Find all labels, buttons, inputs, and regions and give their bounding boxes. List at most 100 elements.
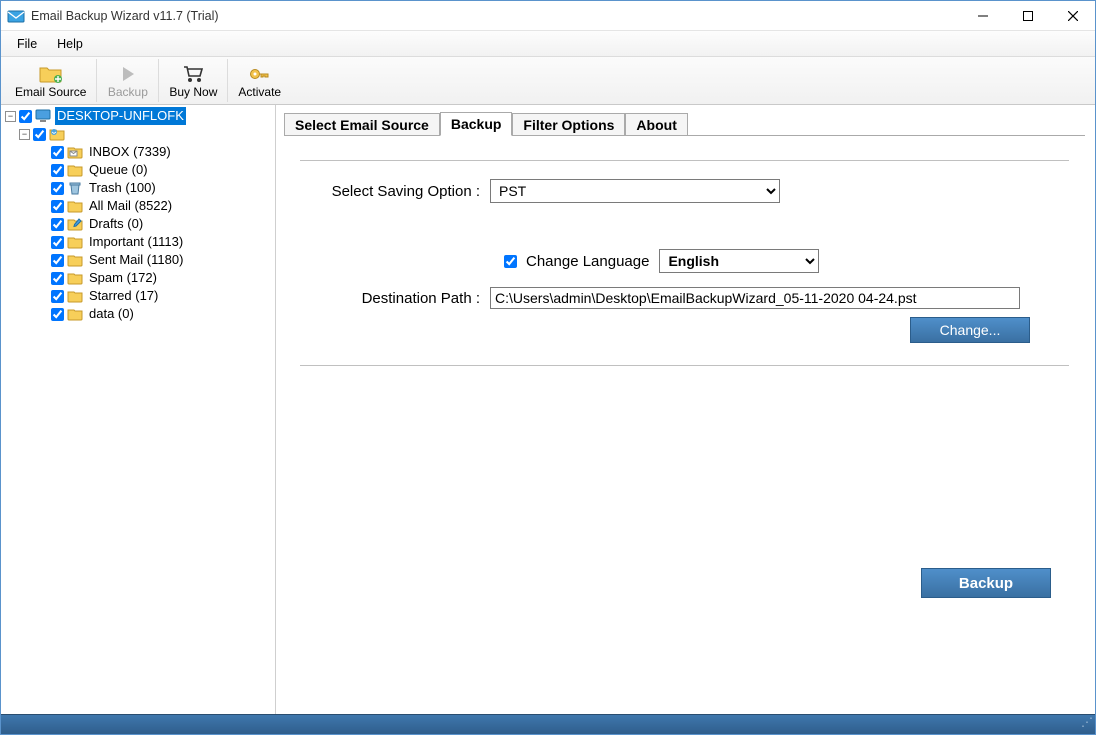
toolbar-backup: Backup xyxy=(97,59,159,102)
tree-checkbox[interactable] xyxy=(33,128,46,141)
tree-label[interactable]: INBOX (7339) xyxy=(87,143,173,161)
menu-help[interactable]: Help xyxy=(47,31,93,56)
tree-checkbox[interactable] xyxy=(51,236,64,249)
maximize-button[interactable] xyxy=(1005,1,1050,30)
computer-icon xyxy=(35,109,51,123)
tree-checkbox[interactable] xyxy=(51,146,64,159)
key-icon xyxy=(248,63,272,85)
menu-file[interactable]: File xyxy=(7,31,47,56)
window-controls xyxy=(960,1,1095,30)
tree-checkbox[interactable] xyxy=(51,290,64,303)
tree-toggle-placeholder xyxy=(35,201,48,212)
folder-icon xyxy=(67,235,83,249)
collapse-icon[interactable]: − xyxy=(19,129,30,140)
toolbar-activate[interactable]: Activate xyxy=(228,59,291,102)
toolbar-buy-now[interactable]: Buy Now xyxy=(159,59,228,102)
tree-label[interactable]: Important (1113) xyxy=(87,233,185,251)
folder-icon xyxy=(67,217,83,231)
tree-folder[interactable]: All Mail (8522) xyxy=(1,197,275,215)
tab-filter-options[interactable]: Filter Options xyxy=(512,113,625,136)
tree-folder[interactable]: Sent Mail (1180) xyxy=(1,251,275,269)
toolbar-label: Activate xyxy=(238,85,281,99)
tree-label[interactable]: Queue (0) xyxy=(87,161,150,179)
tree-root[interactable]: − DESKTOP-UNFLOFK xyxy=(1,107,275,125)
folder-icon xyxy=(67,163,83,177)
tree-checkbox[interactable] xyxy=(51,200,64,213)
tree-toggle-placeholder xyxy=(35,219,48,230)
collapse-icon[interactable]: − xyxy=(5,111,16,122)
play-icon xyxy=(118,63,138,85)
tab-about[interactable]: About xyxy=(625,113,687,136)
tree-label[interactable]: Drafts (0) xyxy=(87,215,145,233)
app-window: Email Backup Wizard v11.7 (Trial) File H… xyxy=(0,0,1096,735)
tree-toggle-placeholder xyxy=(35,291,48,302)
folder-icon xyxy=(67,145,83,159)
tree-account[interactable]: − xyxy=(1,125,275,143)
toolbar-label: Buy Now xyxy=(169,85,217,99)
folder-icon xyxy=(67,199,83,213)
destination-input[interactable] xyxy=(490,287,1020,309)
tree-checkbox[interactable] xyxy=(19,110,32,123)
tree-label[interactable]: Sent Mail (1180) xyxy=(87,251,185,269)
tree-folder[interactable]: Important (1113) xyxy=(1,233,275,251)
change-language-checkbox[interactable] xyxy=(504,255,517,268)
tree-folder[interactable]: Trash (100) xyxy=(1,179,275,197)
tabstrip: Select Email Source Backup Filter Option… xyxy=(284,111,1085,135)
tree-folder[interactable]: data (0) xyxy=(1,305,275,323)
tree-checkbox[interactable] xyxy=(51,218,64,231)
backup-button[interactable]: Backup xyxy=(921,568,1051,598)
tree-toggle-placeholder xyxy=(35,255,48,266)
close-button[interactable] xyxy=(1050,1,1095,30)
separator xyxy=(300,365,1069,366)
tree-checkbox[interactable] xyxy=(51,308,64,321)
titlebar: Email Backup Wizard v11.7 (Trial) xyxy=(1,1,1095,31)
toolbar-email-source[interactable]: Email Source xyxy=(5,59,97,102)
destination-row: Destination Path : xyxy=(300,287,1069,309)
tab-backup[interactable]: Backup xyxy=(440,112,513,136)
saving-option-label: Select Saving Option : xyxy=(300,183,490,200)
tree-checkbox[interactable] xyxy=(51,272,64,285)
saving-option-select[interactable]: PST xyxy=(490,179,780,203)
tree-label[interactable]: DESKTOP-UNFLOFK xyxy=(55,107,186,125)
tree-folder[interactable]: Queue (0) xyxy=(1,161,275,179)
tree-toggle-placeholder xyxy=(35,183,48,194)
tree-folder[interactable]: Spam (172) xyxy=(1,269,275,287)
tree-label[interactable]: All Mail (8522) xyxy=(87,197,174,215)
menubar: File Help xyxy=(1,31,1095,57)
tree-label[interactable]: Spam (172) xyxy=(87,269,159,287)
tree-folder[interactable]: INBOX (7339) xyxy=(1,143,275,161)
tree-toggle-placeholder xyxy=(35,309,48,320)
tree-label[interactable]: Trash (100) xyxy=(87,179,158,197)
minimize-button[interactable] xyxy=(960,1,1005,30)
tab-select-email-source[interactable]: Select Email Source xyxy=(284,113,440,136)
change-language-label: Change Language xyxy=(526,253,649,270)
main-panel: Select Email Source Backup Filter Option… xyxy=(276,105,1095,714)
saving-option-row: Select Saving Option : PST xyxy=(300,179,1069,203)
tree-folder[interactable]: Drafts (0) xyxy=(1,215,275,233)
tree-toggle-placeholder xyxy=(35,165,48,176)
toolbar-label: Email Source xyxy=(15,85,86,99)
language-row: Change Language English xyxy=(500,249,1069,273)
cart-icon xyxy=(181,63,205,85)
app-icon xyxy=(7,7,25,25)
folder-icon xyxy=(67,307,83,321)
tree-label[interactable]: Starred (17) xyxy=(87,287,160,305)
tree-folder[interactable]: Starred (17) xyxy=(1,287,275,305)
folder-tree[interactable]: − DESKTOP-UNFLOFK − INBOX (7339)Queue (0… xyxy=(1,105,276,714)
window-title: Email Backup Wizard v11.7 (Trial) xyxy=(31,9,960,23)
tree-checkbox[interactable] xyxy=(51,164,64,177)
tree-checkbox[interactable] xyxy=(51,182,64,195)
body-area: − DESKTOP-UNFLOFK − INBOX (7339)Queue (0… xyxy=(1,105,1095,714)
resize-grip-icon[interactable]: ⋰ xyxy=(1081,720,1093,732)
destination-label: Destination Path : xyxy=(300,290,490,307)
tree-label[interactable]: data (0) xyxy=(87,305,136,323)
change-button[interactable]: Change... xyxy=(910,317,1030,343)
change-language-checkbox-label[interactable]: Change Language xyxy=(500,252,649,271)
folder-icon xyxy=(67,271,83,285)
toolbar: Email Source Backup Buy Now xyxy=(1,57,1095,105)
tree-checkbox[interactable] xyxy=(51,254,64,267)
language-select[interactable]: English xyxy=(659,249,819,273)
statusbar: ⋰ xyxy=(1,714,1095,734)
tree-toggle-placeholder xyxy=(35,237,48,248)
folder-icon xyxy=(67,181,83,195)
